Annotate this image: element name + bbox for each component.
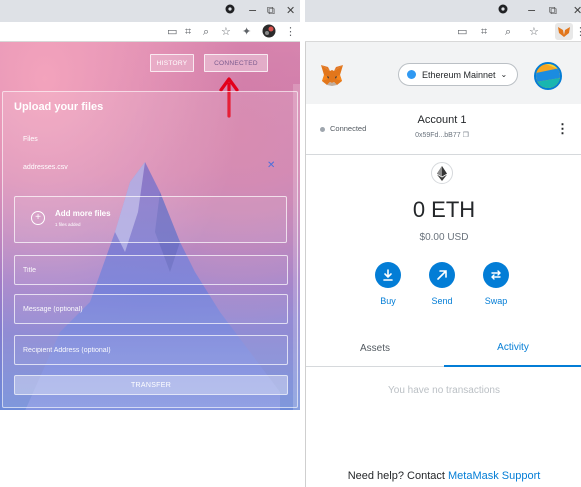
account-address: 0x59Fd...bB77: [415, 132, 461, 139]
profile-dot-icon[interactable]: [225, 4, 235, 18]
plus-circle-icon: +: [31, 211, 45, 225]
account-options-icon[interactable]: ⋮: [556, 122, 569, 135]
account-name[interactable]: Account 1: [402, 114, 482, 126]
panel-title: Upload your files: [14, 101, 104, 113]
network-status-dot: [407, 70, 416, 79]
close-button[interactable]: ✕: [573, 4, 581, 18]
page-scrollbar[interactable]: [293, 84, 300, 410]
connected-button[interactable]: CONNECTED: [204, 54, 268, 72]
menu-icon[interactable]: ⋮: [285, 25, 296, 39]
star-icon[interactable]: ☆: [529, 25, 539, 39]
account-row: Connected Account 1 0x59Fd...bB77 ❐ ⋮: [306, 104, 581, 155]
right-toolbar: ▭ ⌗ ⌕ ☆ ⋮: [305, 22, 581, 42]
profile-icon[interactable]: [262, 24, 276, 42]
copy-icon: ❐: [462, 131, 469, 139]
swap-button[interactable]: Swap: [476, 262, 516, 306]
transfer-button[interactable]: TRANSFER: [14, 375, 288, 395]
buy-label: Buy: [380, 296, 396, 306]
files-label: Files: [23, 136, 38, 143]
connection-status-dot: [320, 127, 325, 132]
network-selector[interactable]: Ethereum Mainnet ⌄: [398, 63, 518, 86]
restore-button[interactable]: ⧉: [267, 4, 275, 18]
network-name: Ethereum Mainnet: [422, 69, 496, 80]
cast-icon[interactable]: ▭: [457, 25, 467, 39]
qr-icon[interactable]: ⌗: [481, 25, 487, 39]
recipient-address-input[interactable]: [14, 335, 288, 365]
restore-button[interactable]: ⧉: [549, 4, 557, 18]
tab-assets[interactable]: Assets: [306, 330, 444, 367]
swap-arrows-icon: [483, 262, 509, 288]
extensions-icon[interactable]: ✦: [242, 25, 251, 39]
minimize-button[interactable]: −: [248, 4, 257, 18]
account-avatar[interactable]: [534, 62, 562, 90]
star-icon[interactable]: ☆: [221, 25, 231, 39]
tab-activity[interactable]: Activity: [444, 330, 581, 367]
metamask-fox-icon: [321, 65, 343, 86]
zoom-icon[interactable]: ⌕: [505, 25, 511, 39]
account-address-copy[interactable]: 0x59Fd...bB77 ❐: [402, 131, 482, 139]
arrow-up-right-icon: [429, 262, 455, 288]
title-input[interactable]: [14, 255, 288, 285]
history-button[interactable]: HISTORY: [150, 54, 194, 72]
zoom-icon[interactable]: ⌕: [203, 25, 209, 39]
send-label: Send: [431, 296, 453, 306]
profile-dot-icon[interactable]: [498, 4, 508, 18]
add-more-files-button[interactable]: + Add more files 1 files added: [14, 196, 287, 243]
metamask-popup: Ethereum Mainnet ⌄ Connected Account 1 0…: [305, 42, 581, 487]
usd-balance: $0.00 USD: [419, 232, 469, 243]
qr-icon[interactable]: ⌗: [185, 25, 191, 39]
connection-status[interactable]: Connected: [330, 124, 366, 133]
menu-icon[interactable]: ⋮: [575, 25, 581, 39]
dapp-page: HISTORY CONNECTED Upload your files File…: [0, 42, 300, 410]
cast-icon[interactable]: ▭: [167, 25, 177, 39]
swap-label: Swap: [484, 296, 508, 306]
metamask-header: Ethereum Mainnet ⌄: [306, 42, 581, 104]
file-name: addresses.csv: [23, 164, 68, 171]
help-text: Need help? Contact: [347, 470, 448, 482]
empty-activity-message: You have no transactions: [388, 385, 500, 396]
left-titlebar: − ⧉ ✕: [0, 0, 300, 22]
help-footer: Need help? Contact MetaMask Support: [306, 470, 581, 482]
chevron-down-icon: ⌄: [500, 70, 508, 79]
asset-tabs: Assets Activity: [306, 330, 581, 367]
buy-button[interactable]: Buy: [368, 262, 408, 306]
send-button[interactable]: Send: [422, 262, 462, 306]
upload-panel: Upload your files Files addresses.csv ✕ …: [2, 91, 298, 408]
right-titlebar: − ⧉ ✕: [305, 0, 581, 22]
left-toolbar: ▭ ⌗ ⌕ ☆ ✦ ⋮: [0, 22, 300, 42]
eth-balance: 0 ETH: [412, 197, 476, 222]
metamask-extension-icon[interactable]: [555, 23, 573, 44]
dapp-browser-window: − ⧉ ✕ ▭ ⌗ ⌕ ☆ ✦ ⋮ HISTORY CONNECTED Uplo…: [0, 0, 300, 487]
message-input[interactable]: [14, 294, 288, 324]
remove-file-icon[interactable]: ✕: [267, 160, 275, 171]
ethereum-icon: [431, 162, 453, 184]
add-more-subtitle: 1 files added: [55, 222, 81, 227]
close-button[interactable]: ✕: [286, 4, 295, 18]
add-more-title: Add more files: [55, 209, 111, 218]
minimize-button[interactable]: −: [527, 4, 536, 18]
download-icon: [375, 262, 401, 288]
metamask-browser-window: − ⧉ ✕ ▭ ⌗ ⌕ ☆ ⋮ Ethereum Mainnet ⌄ Conne…: [305, 0, 581, 487]
metamask-support-link[interactable]: MetaMask Support: [448, 470, 540, 482]
